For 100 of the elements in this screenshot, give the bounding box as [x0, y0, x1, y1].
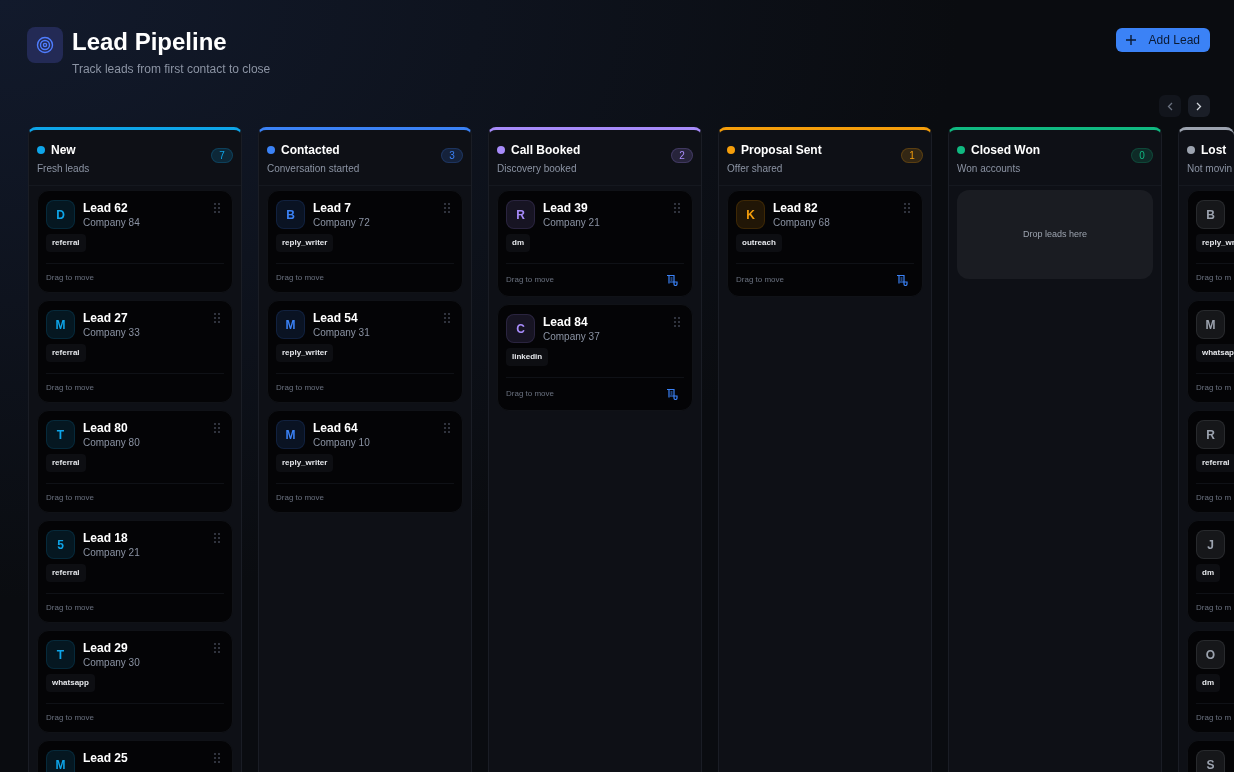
- document-icon[interactable]: [666, 388, 678, 400]
- company-name: Company 37: [543, 330, 600, 343]
- column-title: Lost: [1201, 142, 1227, 159]
- lead-card[interactable]: C Lead 84 Company 37 linkedin Drag to move: [497, 304, 693, 411]
- lead-name: Lead 64: [313, 420, 359, 436]
- avatar: 5: [46, 530, 75, 559]
- source-tag: whatsapp: [46, 674, 95, 692]
- column-title: Contacted: [281, 142, 340, 159]
- count-badge: 0: [1131, 148, 1153, 163]
- count-badge: 1: [901, 148, 923, 163]
- count-badge: 7: [211, 148, 233, 163]
- lead-card[interactable]: T Lead 29 Company 30 whatsapp Drag to move: [37, 630, 233, 733]
- lead-card[interactable]: M Lead 54 Company 31 reply_writer Drag to move: [267, 300, 463, 403]
- source-tag: reply_writer: [276, 234, 334, 252]
- source-tag: reply_wr: [1196, 234, 1234, 252]
- drag-hint: Drag to move: [506, 388, 555, 400]
- scroll-left-button[interactable]: [1159, 95, 1181, 117]
- lead-card[interactable]: B Lead 7 Company 72 reply_writer Drag to move: [267, 190, 463, 293]
- source-tag: dm: [506, 234, 530, 252]
- company-name: Company 30: [83, 656, 140, 669]
- source-tag: linkedin: [506, 348, 549, 366]
- lead-name: Lead 54: [313, 310, 359, 326]
- drag-handle-icon[interactable]: [214, 313, 220, 323]
- avatar: M: [276, 420, 305, 449]
- source-tag: referral: [1196, 454, 1234, 472]
- lead-card[interactable]: J dm Drag to m: [1187, 520, 1234, 623]
- lead-name: Lead 84: [543, 314, 589, 330]
- lead-card[interactable]: R referral Drag to m: [1187, 410, 1234, 513]
- drag-handle-icon[interactable]: [444, 203, 450, 213]
- column-subtitle: Discovery booked: [497, 162, 578, 176]
- document-icon[interactable]: [666, 274, 678, 286]
- drag-handle-icon[interactable]: [214, 533, 220, 543]
- lead-card[interactable]: S: [1187, 740, 1234, 772]
- avatar: R: [506, 200, 535, 229]
- column-subtitle: Conversation started: [267, 162, 360, 176]
- avatar: S: [1196, 750, 1225, 772]
- page-subtitle: Track leads from first contact to close: [72, 61, 271, 78]
- drag-hint: Drag to move: [506, 274, 555, 286]
- drop-zone: Drop leads here: [957, 190, 1153, 279]
- lead-card[interactable]: O dm Drag to m: [1187, 630, 1234, 733]
- lead-card[interactable]: M whatsap Drag to m: [1187, 300, 1234, 403]
- drag-handle-icon[interactable]: [214, 643, 220, 653]
- drag-hint: Drag to move: [276, 382, 325, 394]
- drag-hint: Drag to m: [1196, 492, 1232, 504]
- drag-hint: Drag to m: [1196, 712, 1232, 724]
- source-tag: dm: [1196, 564, 1220, 582]
- company-name: Company 84: [83, 216, 140, 229]
- lead-card[interactable]: T Lead 80 Company 80 referral Drag to move: [37, 410, 233, 513]
- drag-handle-icon[interactable]: [674, 203, 680, 213]
- count-badge: 3: [441, 148, 463, 163]
- avatar: K: [736, 200, 765, 229]
- page-title: Lead Pipeline: [72, 27, 228, 57]
- company-name: Company 80: [83, 436, 140, 449]
- company-name: Company 10: [313, 436, 370, 449]
- column-title: Proposal Sent: [741, 142, 822, 159]
- avatar: T: [46, 640, 75, 669]
- drag-hint: Drag to move: [46, 712, 95, 724]
- lead-card[interactable]: K Lead 82 Company 68 outreach Drag to move: [727, 190, 923, 297]
- logo-icon: [27, 27, 63, 63]
- company-name: Company 72: [313, 216, 370, 229]
- lead-card[interactable]: M Lead 27 Company 33 referral Drag to move: [37, 300, 233, 403]
- company-name: Company 21: [83, 546, 140, 559]
- drag-hint: Drag to move: [276, 272, 325, 284]
- drag-handle-icon[interactable]: [214, 203, 220, 213]
- source-tag: referral: [46, 564, 86, 582]
- lead-name: Lead 82: [773, 200, 819, 216]
- avatar: D: [46, 200, 75, 229]
- drag-handle-icon[interactable]: [444, 423, 450, 433]
- drag-hint: Drag to m: [1196, 382, 1232, 394]
- drag-handle-icon[interactable]: [214, 753, 220, 763]
- drag-handle-icon[interactable]: [904, 203, 910, 213]
- drag-handle-icon[interactable]: [444, 313, 450, 323]
- lead-card[interactable]: M Lead 64 Company 10 reply_writer Drag to move: [267, 410, 463, 513]
- source-tag: whatsap: [1196, 344, 1234, 362]
- lead-card[interactable]: B reply_wr Drag to m: [1187, 190, 1234, 293]
- company-name: Company 31: [313, 326, 370, 339]
- lead-name: Lead 39: [543, 200, 589, 216]
- company-name: Company 68: [773, 216, 830, 229]
- avatar: M: [276, 310, 305, 339]
- drag-hint: Drag to move: [736, 274, 785, 286]
- add-lead-button[interactable]: Add Lead: [1115, 28, 1210, 52]
- source-tag: referral: [46, 454, 86, 472]
- document-icon[interactable]: [896, 274, 908, 286]
- column-subtitle: Not movin: [1187, 162, 1232, 176]
- lead-card[interactable]: R Lead 39 Company 21 dm Drag to move: [497, 190, 693, 297]
- lead-card[interactable]: 5 Lead 18 Company 21 referral Drag to move: [37, 520, 233, 623]
- column-subtitle: Fresh leads: [37, 162, 90, 176]
- drag-hint: Drag to m: [1196, 272, 1232, 284]
- column-title: Closed Won: [971, 142, 1041, 159]
- avatar: B: [276, 200, 305, 229]
- drag-handle-icon[interactable]: [214, 423, 220, 433]
- lead-card[interactable]: M Lead 25: [37, 740, 233, 772]
- avatar: J: [1196, 530, 1225, 559]
- source-tag: outreach: [736, 234, 782, 252]
- plus-icon: [1125, 35, 1136, 45]
- column-subtitle: Won accounts: [957, 162, 1022, 176]
- count-badge: 2: [671, 148, 693, 163]
- lead-card[interactable]: D Lead 62 Company 84 referral Drag to move: [37, 190, 233, 293]
- drag-handle-icon[interactable]: [674, 317, 680, 327]
- scroll-right-button[interactable]: [1188, 95, 1210, 117]
